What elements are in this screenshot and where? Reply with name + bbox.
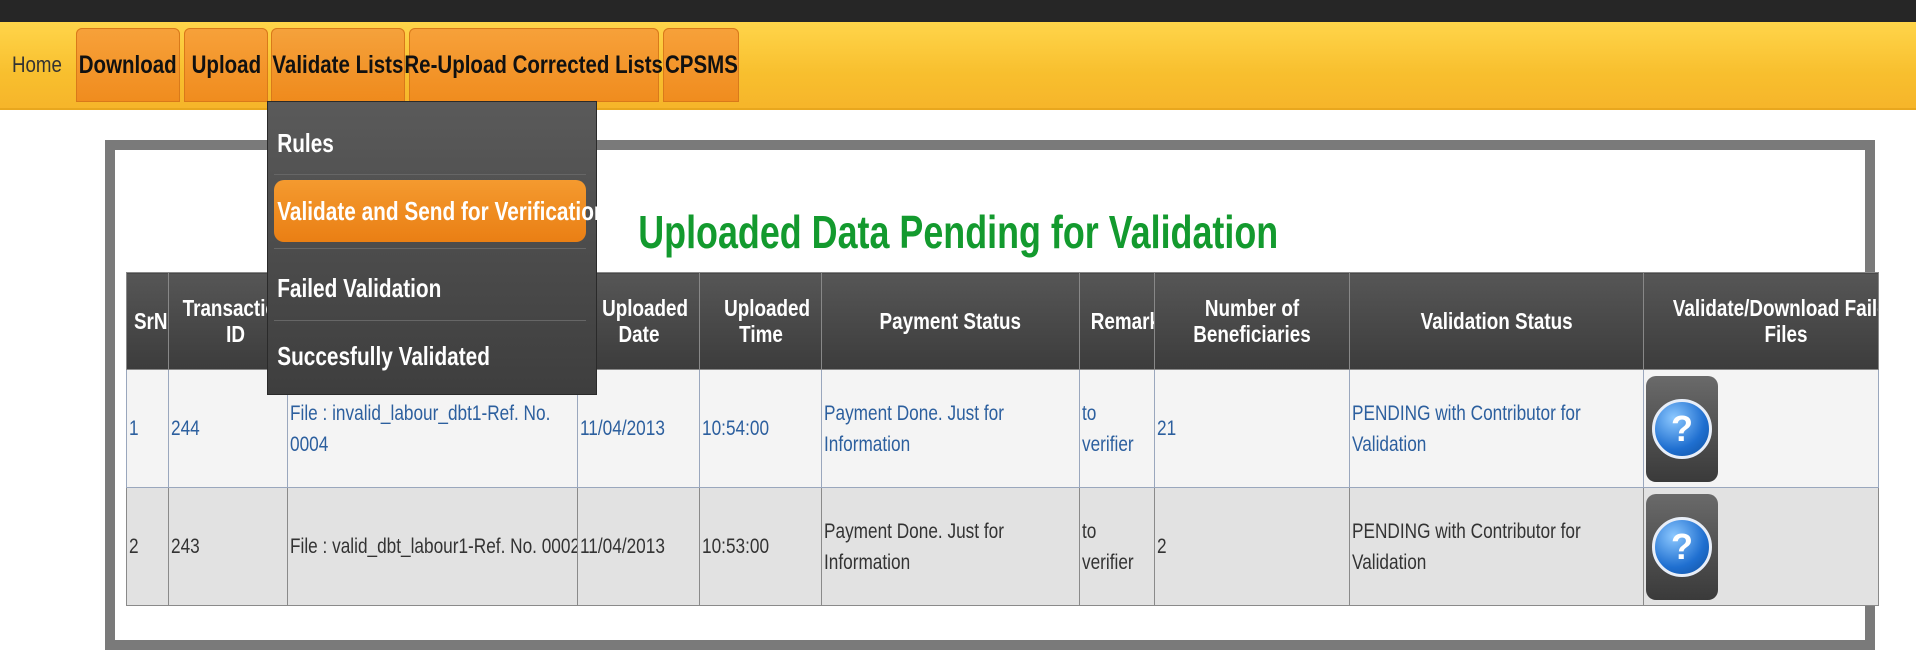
header-srno: SrNo	[126, 272, 169, 370]
validate-lists-dropdown: Rules Validate and Send for Verification…	[267, 101, 607, 395]
cell-validation-status: PENDING with Contributor for Validation	[1349, 487, 1644, 606]
nav-home-link[interactable]: Home	[12, 52, 62, 78]
menu-item-validate-and-send[interactable]: Validate and Send for Verification	[274, 180, 607, 242]
cell-remarks: to verifier	[1079, 487, 1155, 606]
cell-uploaded-date: 11/04/2013	[577, 487, 700, 606]
table-row: 2 243 File : valid_dbt_labour1-Ref. No. …	[126, 487, 1879, 606]
menu-divider	[274, 174, 586, 175]
header-validation-status: Validation Status	[1349, 272, 1644, 370]
cell-validation-status: PENDING with Contributor for Validation	[1349, 369, 1644, 488]
cell-beneficiaries: 2	[1154, 487, 1350, 606]
tab-upload-label: Upload	[191, 50, 261, 79]
main-navbar: Home Download Upload Validate Lists Re-U…	[0, 22, 1916, 110]
header-remarks: Remarks	[1079, 272, 1155, 370]
tab-reupload-corrected-lists[interactable]: Re-Upload Corrected Lists	[405, 28, 663, 102]
header-payment-status: Payment Status	[821, 272, 1080, 370]
tab-validate-lists-label: Validate Lists	[272, 50, 404, 79]
tab-upload[interactable]: Upload	[184, 28, 268, 102]
page-title-text: Uploaded Data Pending for Validation	[638, 206, 1278, 258]
tab-cpsms[interactable]: CPSMS	[663, 28, 739, 102]
cell-action: ?	[1643, 487, 1879, 606]
cell-file: File : valid_dbt_labour1-Ref. No. 0002	[287, 487, 578, 606]
cell-uploaded-time: 10:54:00	[699, 369, 822, 488]
cell-srno: 2	[126, 487, 169, 606]
header-number-of-beneficiaries: Number of Beneficiaries	[1154, 272, 1350, 370]
tab-download-label: Download	[79, 50, 177, 79]
menu-item-rules[interactable]: Rules	[274, 117, 586, 169]
cell-srno: 1	[126, 369, 169, 488]
tab-cpsms-label: CPSMS	[664, 50, 738, 79]
top-strip	[0, 0, 1916, 22]
menu-item-succesfully-validated-label: Succesfully Validated	[277, 340, 490, 371]
menu-item-validate-and-send-label: Validate and Send for Verification	[277, 195, 607, 226]
question-icon: ?	[1652, 398, 1712, 459]
validate-download-button[interactable]: ?	[1646, 493, 1718, 600]
cell-transaction-id: 243	[168, 487, 288, 606]
menu-item-succesfully-validated[interactable]: Succesfully Validated	[274, 330, 586, 382]
cell-payment-status: Payment Done. Just for Information	[821, 369, 1080, 488]
cell-remarks: to verifier	[1079, 369, 1155, 488]
question-icon: ?	[1652, 516, 1712, 577]
cell-uploaded-time: 10:53:00	[699, 487, 822, 606]
validate-download-button[interactable]: ?	[1646, 375, 1718, 482]
header-uploaded-time: Uploaded Time	[699, 272, 822, 370]
menu-divider	[274, 248, 586, 249]
cell-payment-status: Payment Done. Just for Information	[821, 487, 1080, 606]
cell-beneficiaries: 21	[1154, 369, 1350, 488]
tab-download[interactable]: Download	[76, 28, 180, 102]
tab-validate-lists[interactable]: Validate Lists	[271, 28, 405, 102]
cell-action: ?	[1643, 369, 1879, 488]
menu-item-failed-validation-label: Failed Validation	[277, 272, 442, 303]
menu-item-rules-label: Rules	[277, 127, 334, 158]
menu-divider	[274, 320, 586, 321]
menu-item-failed-validation[interactable]: Failed Validation	[274, 262, 586, 314]
header-validate-download: Validate/Download Failed Files	[1643, 272, 1879, 370]
tab-reupload-label: Re-Upload Corrected Lists	[404, 50, 664, 79]
